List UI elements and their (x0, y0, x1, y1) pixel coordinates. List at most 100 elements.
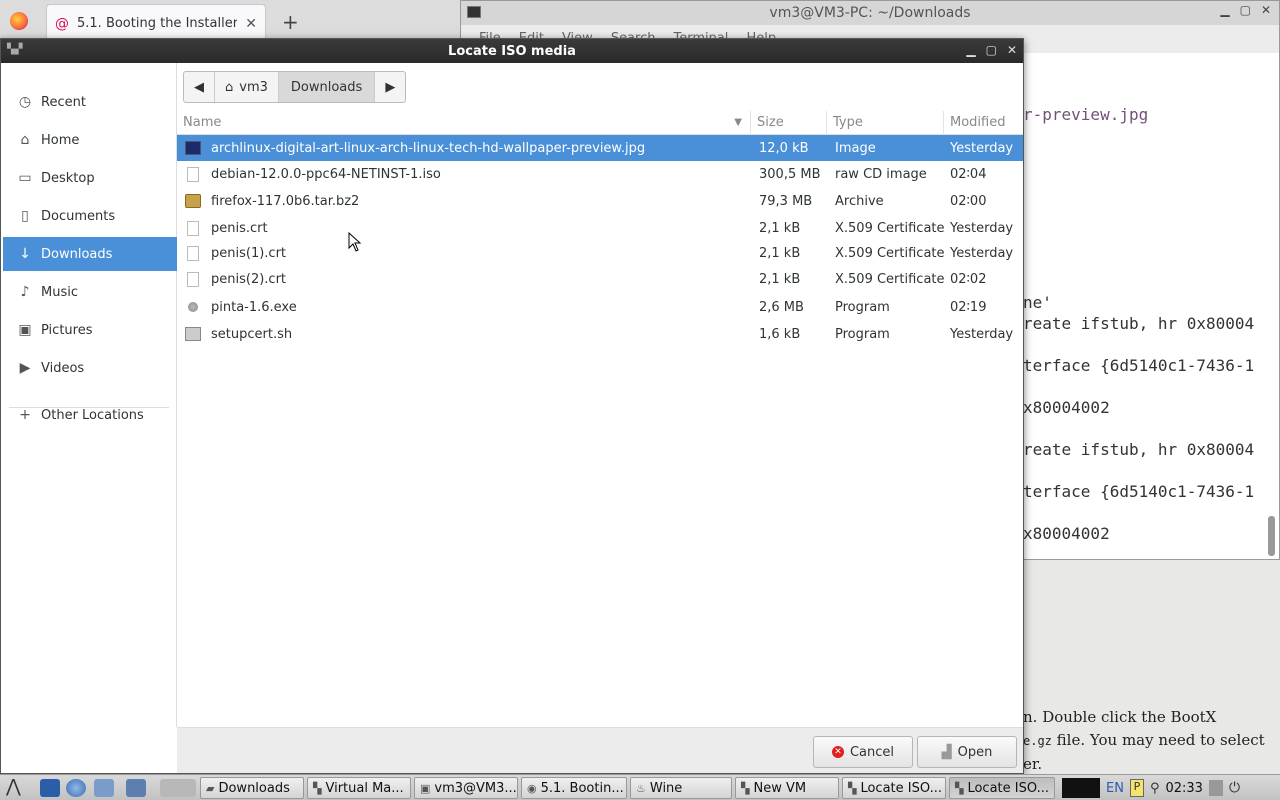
wine-icon: ♨ (636, 781, 646, 795)
file-size: 79,3 MB (759, 193, 813, 209)
sidebar-item-pictures[interactable]: ▣ Pictures (3, 313, 177, 347)
cancel-button[interactable]: ✕ Cancel (813, 736, 913, 768)
taskbar-button-label: vm3@VM3... (434, 780, 517, 796)
video-icon: ▶ (19, 360, 31, 376)
dialog-footer: ✕ Cancel ▟ Open (177, 727, 1023, 773)
new-tab-button[interactable]: + (282, 10, 299, 34)
taskbar-button[interactable]: ▚ Locate ISO... (842, 777, 946, 799)
show-desktop-icon[interactable] (160, 779, 196, 797)
clipboard-icon[interactable]: P (1129, 779, 1144, 797)
taskbar-button[interactable]: ▰ Downloads (200, 777, 304, 799)
file-row[interactable]: pinta-1.6.exe 2,6 MB Program 02∶19 (177, 294, 1023, 320)
file-modified: Yesterday (950, 245, 1014, 261)
terminal-scrollbar[interactable] (1268, 516, 1275, 556)
close-tab-icon[interactable]: ✕ (245, 16, 257, 32)
browser-tab[interactable]: @ 5.1. Booting the Installer o ✕ (46, 4, 266, 42)
column-type[interactable]: Type (827, 111, 944, 135)
files-launcher-icon[interactable] (94, 779, 114, 797)
path-forward-button[interactable]: ▶ (375, 72, 405, 102)
taskbar-button-label: Locate ISO... (967, 780, 1049, 796)
home-icon: ⌂ (225, 79, 234, 95)
sidebar-item-desktop[interactable]: ▭ Desktop (3, 161, 177, 195)
firefox-icon[interactable] (10, 12, 28, 30)
taskbar-button-label: 5.1. Bootin... (540, 780, 624, 796)
webpage-line: n. Double click the BootX (1023, 708, 1217, 726)
open-label: Open (957, 744, 993, 760)
file-size: 2,1 kB (759, 220, 801, 236)
column-name[interactable]: Name ▼ (177, 111, 751, 135)
sidebar-item-documents[interactable]: ▯ Documents (3, 199, 177, 233)
path-home-button[interactable]: ⌂ vm3 (215, 72, 279, 102)
column-modified[interactable]: Modified (944, 111, 1023, 135)
vm-icon: ▚ (955, 781, 964, 795)
lock-icon[interactable] (1208, 780, 1223, 796)
desktop-icon: ▭ (18, 170, 32, 186)
path-current-button[interactable]: Downloads (278, 72, 376, 102)
maximize-icon[interactable]: ▢ (986, 43, 997, 57)
open-button[interactable]: ▟ Open (917, 736, 1017, 768)
sidebar-item-recent[interactable]: ◷ Recent (3, 85, 177, 119)
browser-tab-title: 5.1. Booting the Installer o (77, 16, 238, 31)
file-row[interactable]: penis.crt 2,1 kB X.509 Certificate Yeste… (177, 215, 1023, 241)
taskbar-button[interactable]: ▚ New VM (735, 777, 839, 799)
path-back-button[interactable]: ◀ (184, 72, 215, 102)
document-icon: ▯ (21, 208, 29, 224)
minimize-icon[interactable]: ▁ (1220, 3, 1229, 17)
column-name-label: Name (183, 115, 222, 130)
vm-icon: ▚ (741, 781, 750, 795)
sidebar-separator (9, 407, 169, 408)
file-row[interactable]: firefox-117.0b6.tar.bz2 79,3 MB Archive … (177, 188, 1023, 214)
file-size: 300,5 MB (759, 166, 821, 182)
terminal-line: r-preview.jpg (1023, 105, 1149, 124)
file-type: Program (835, 326, 890, 342)
taskbar-button[interactable]: ♨ Wine (630, 777, 732, 799)
close-icon[interactable]: ✕ (1007, 43, 1017, 57)
maximize-icon[interactable]: ▢ (1240, 3, 1251, 17)
power-icon[interactable]: ⏻ (1229, 780, 1240, 796)
network-icon[interactable]: ⚲ (1150, 781, 1160, 796)
taskbar-button[interactable]: ▚ Virtual Ma... (307, 777, 411, 799)
sidebar-item-label: Downloads (41, 246, 113, 262)
sidebar-item-music[interactable]: ♪ Music (3, 275, 177, 309)
sidebar-item-label: Documents (41, 208, 116, 224)
start-menu-icon[interactable]: ⋀ (6, 778, 26, 797)
taskbar-button[interactable]: ▚ Locate ISO... (949, 777, 1055, 799)
sidebar-item-home[interactable]: ⌂ Home (3, 123, 177, 157)
file-size: 1,6 kB (759, 326, 801, 342)
clock[interactable]: 02:33 (1165, 781, 1202, 796)
sidebar-item-videos[interactable]: ▶ Videos (3, 351, 177, 385)
sidebar-item-downloads[interactable]: ↓ Downloads (3, 237, 177, 271)
terminal-line: x80004002 (1023, 398, 1110, 417)
file-size: 2,1 kB (759, 271, 801, 287)
file-type: raw CD image (835, 166, 927, 182)
system-tray: EN P ⚲ 02:33 ⏻ (1062, 777, 1240, 799)
terminal-line: terface {6d5140c1-7436-1 (1023, 356, 1255, 375)
file-row[interactable]: setupcert.sh 1,6 kB Program Yesterday (177, 321, 1023, 347)
sidebar-item-label: Desktop (41, 170, 95, 186)
path-bar: ◀ ⌂ vm3 Downloads ▶ (183, 71, 407, 103)
folder-icon: ▰ (206, 781, 215, 795)
desktop-icon[interactable] (40, 779, 60, 797)
taskbar-button[interactable]: ◉ 5.1. Bootin... (521, 777, 627, 799)
column-size[interactable]: Size (751, 111, 827, 135)
file-row[interactable]: archlinux-digital-art-linux-arch-linux-t… (177, 135, 1023, 161)
terminal-launcher-icon[interactable] (126, 779, 146, 797)
window-menu-icon[interactable]: ▚▞ (7, 44, 23, 56)
sidebar-item-other-locations[interactable]: + Other Locations (3, 398, 177, 432)
plus-icon: + (19, 407, 31, 423)
close-icon[interactable]: ✕ (1261, 3, 1271, 17)
file-modified: 02∶00 (950, 193, 987, 209)
music-icon: ♪ (20, 284, 30, 300)
taskbar-button[interactable]: ▣ vm3@VM3... (414, 777, 518, 799)
taskbar-button-label: New VM (753, 780, 807, 796)
keyboard-layout[interactable]: EN (1106, 781, 1124, 796)
file-row[interactable]: penis(1).crt 2,1 kB X.509 Certificate Ye… (177, 240, 1023, 266)
file-modified: 02∶04 (950, 166, 987, 182)
terminal-title: vm3@VM3-PC: ~/Downloads (769, 5, 971, 21)
file-row[interactable]: penis(2).crt 2,1 kB X.509 Certificate 02… (177, 266, 1023, 292)
file-row[interactable]: debian-12.0.0-ppc64-NETINST-1.iso 300,5 … (177, 161, 1023, 187)
minimize-icon[interactable]: ▁ (966, 43, 975, 57)
file-name: debian-12.0.0-ppc64-NETINST-1.iso (211, 166, 441, 182)
file-name: penis.crt (211, 220, 268, 236)
browser-launcher-icon[interactable] (66, 779, 86, 797)
